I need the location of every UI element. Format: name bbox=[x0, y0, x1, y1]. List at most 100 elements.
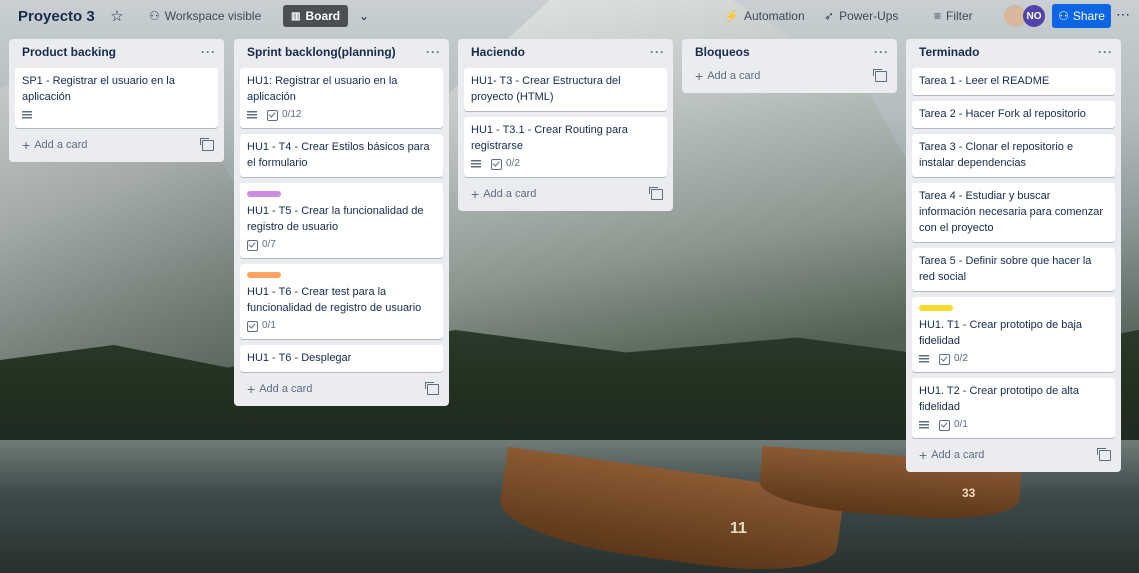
powerups-label: Power-Ups bbox=[839, 9, 899, 23]
description-icon bbox=[247, 111, 257, 119]
list-header[interactable]: Product backing ··· bbox=[15, 39, 218, 65]
add-card-row[interactable]: + Add a card bbox=[912, 444, 1115, 466]
list-terminado[interactable]: Terminado ··· Tarea 1 - Leer el README T… bbox=[906, 39, 1121, 472]
automation-button[interactable]: ⚡ Automation bbox=[718, 5, 811, 27]
card-title: HU1- T3 - Crear Estructura del proyecto … bbox=[471, 75, 621, 103]
card-title: HU1 - T4 - Crear Estilos básicos para el… bbox=[247, 141, 430, 169]
chevron-down-icon[interactable]: ⌄ bbox=[351, 5, 377, 27]
card-badges: 0/2 bbox=[471, 157, 660, 171]
star-icon[interactable]: ☆ bbox=[108, 7, 126, 25]
list-menu-icon[interactable]: ··· bbox=[874, 45, 889, 59]
card[interactable]: HU1 - T5 - Crear la funcionalidad de reg… bbox=[240, 183, 443, 258]
card-badges: 0/7 bbox=[247, 238, 436, 252]
list-title[interactable]: Terminado bbox=[919, 45, 979, 59]
visibility-button[interactable]: ⚇ Workspace visible bbox=[143, 5, 267, 27]
list-menu-icon[interactable]: ··· bbox=[426, 45, 441, 59]
checklist-icon bbox=[491, 158, 502, 170]
board-view-button[interactable]: ▥ Board bbox=[283, 5, 349, 27]
checklist-count: 0/7 bbox=[262, 239, 276, 250]
filter-button[interactable]: ≡ Filter bbox=[928, 5, 979, 27]
boat-number: 11 bbox=[730, 520, 747, 537]
list-header[interactable]: Bloqueos ··· bbox=[688, 39, 891, 65]
rocket-icon: ➶ bbox=[824, 9, 835, 23]
more-icon[interactable]: ⋯ bbox=[1116, 6, 1130, 23]
card-title: HU1 - T5 - Crear la funcionalidad de reg… bbox=[247, 205, 424, 233]
card-template-icon[interactable] bbox=[425, 381, 439, 395]
card[interactable]: HU1. T2 - Crear prototipo de alta fideli… bbox=[912, 378, 1115, 438]
card-title: HU1 - T3.1 - Crear Routing para registra… bbox=[471, 124, 628, 152]
card-badges: 0/12 bbox=[247, 108, 436, 122]
card-template-icon[interactable] bbox=[200, 137, 214, 151]
list-title[interactable]: Product backing bbox=[22, 45, 116, 59]
card[interactable]: Tarea 5 - Definir sobre que hacer la red… bbox=[912, 248, 1115, 291]
list-menu-icon[interactable]: ··· bbox=[201, 45, 216, 59]
board-view-label: Board bbox=[305, 9, 341, 23]
card-title: Tarea 2 - Hacer Fork al repositorio bbox=[919, 108, 1086, 120]
board-title[interactable]: Proyecto 3 bbox=[10, 6, 103, 27]
powerups-button[interactable]: ➶ Power-Ups bbox=[818, 5, 904, 27]
card-title: HU1. T2 - Crear prototipo de alta fideli… bbox=[919, 385, 1079, 413]
card[interactable]: HU1 - T6 - Desplegar bbox=[240, 345, 443, 372]
add-card-row[interactable]: + Add a card bbox=[464, 183, 667, 205]
plus-icon: + bbox=[919, 446, 928, 463]
description-icon bbox=[22, 111, 32, 119]
description-icon bbox=[919, 355, 929, 363]
add-card-label: Add a card bbox=[259, 383, 313, 395]
card-title: Tarea 3 - Clonar el repositorio e instal… bbox=[919, 141, 1074, 169]
list-title[interactable]: Bloqueos bbox=[695, 45, 750, 59]
list-product-backing[interactable]: Product backing ··· SP1 - Registrar el u… bbox=[9, 39, 224, 162]
add-member-icon: ⚇ bbox=[1058, 9, 1069, 23]
card[interactable]: SP1 - Registrar el usuario en la aplicac… bbox=[15, 68, 218, 128]
card[interactable]: HU1 - T6 - Crear test para la funcionali… bbox=[240, 264, 443, 339]
card-title: Tarea 4 - Estudiar y buscar información … bbox=[919, 190, 1104, 234]
plus-icon: + bbox=[22, 136, 31, 153]
list-menu-icon[interactable]: ··· bbox=[1098, 45, 1113, 59]
card-badges bbox=[22, 108, 211, 122]
list-menu-icon[interactable]: ··· bbox=[650, 45, 665, 59]
card[interactable]: HU1- T3 - Crear Estructura del proyecto … bbox=[464, 68, 667, 111]
list-header[interactable]: Sprint backlong(planning) ··· bbox=[240, 39, 443, 65]
automation-label: Automation bbox=[743, 9, 805, 23]
card-label[interactable] bbox=[247, 191, 281, 197]
card[interactable]: Tarea 4 - Estudiar y buscar información … bbox=[912, 183, 1115, 242]
card[interactable]: Tarea 1 - Leer el README bbox=[912, 68, 1115, 95]
avatar[interactable]: NO bbox=[1023, 5, 1045, 27]
checklist-count: 0/2 bbox=[954, 353, 968, 364]
card[interactable]: HU1 - T3.1 - Crear Routing para registra… bbox=[464, 117, 667, 177]
card-template-icon[interactable] bbox=[649, 186, 663, 200]
add-card-row[interactable]: + Add a card bbox=[240, 378, 443, 400]
checklist-icon bbox=[267, 109, 278, 121]
card-title: HU1: Registrar el usuario en la aplicaci… bbox=[247, 75, 398, 103]
add-card-label: Add a card bbox=[483, 188, 537, 200]
card-badges: 0/1 bbox=[919, 418, 1108, 432]
list-header[interactable]: Terminado ··· bbox=[912, 39, 1115, 65]
share-button[interactable]: ⚇ Share bbox=[1052, 4, 1111, 28]
card[interactable]: HU1. T1 - Crear prototipo de baja fideli… bbox=[912, 297, 1115, 372]
board-icon: ▥ bbox=[291, 10, 301, 22]
card-label[interactable] bbox=[247, 272, 281, 278]
list-haciendo[interactable]: Haciendo ··· HU1- T3 - Crear Estructura … bbox=[458, 39, 673, 211]
checklist-count: 0/2 bbox=[506, 158, 520, 169]
list-bloqueos[interactable]: Bloqueos ··· + Add a card bbox=[682, 39, 897, 93]
card-template-icon[interactable] bbox=[1097, 447, 1111, 461]
plus-icon: + bbox=[695, 67, 704, 84]
card[interactable]: Tarea 2 - Hacer Fork al repositorio bbox=[912, 101, 1115, 128]
card[interactable]: Tarea 3 - Clonar el repositorio e instal… bbox=[912, 134, 1115, 177]
list-sprint-backlog[interactable]: Sprint backlong(planning) ··· HU1: Regis… bbox=[234, 39, 449, 406]
list-title[interactable]: Sprint backlong(planning) bbox=[247, 45, 396, 59]
card[interactable]: HU1: Registrar el usuario en la aplicaci… bbox=[240, 68, 443, 128]
list-header[interactable]: Haciendo ··· bbox=[464, 39, 667, 65]
card-badges: 0/1 bbox=[247, 319, 436, 333]
add-card-row[interactable]: + Add a card bbox=[15, 134, 218, 156]
board-header: Proyecto 3 ☆ ⚇ Workspace visible ▥ Board… bbox=[0, 0, 1139, 33]
share-label: Share bbox=[1072, 9, 1105, 23]
checklist-icon bbox=[939, 419, 950, 431]
card[interactable]: HU1 - T4 - Crear Estilos básicos para el… bbox=[240, 134, 443, 177]
card-template-icon[interactable] bbox=[873, 68, 887, 82]
filter-icon: ≡ bbox=[934, 9, 942, 23]
description-icon bbox=[919, 421, 929, 429]
list-title[interactable]: Haciendo bbox=[471, 45, 525, 59]
add-card-row[interactable]: + Add a card bbox=[688, 65, 891, 87]
card-badges: 0/2 bbox=[919, 352, 1108, 366]
card-label[interactable] bbox=[919, 305, 953, 311]
